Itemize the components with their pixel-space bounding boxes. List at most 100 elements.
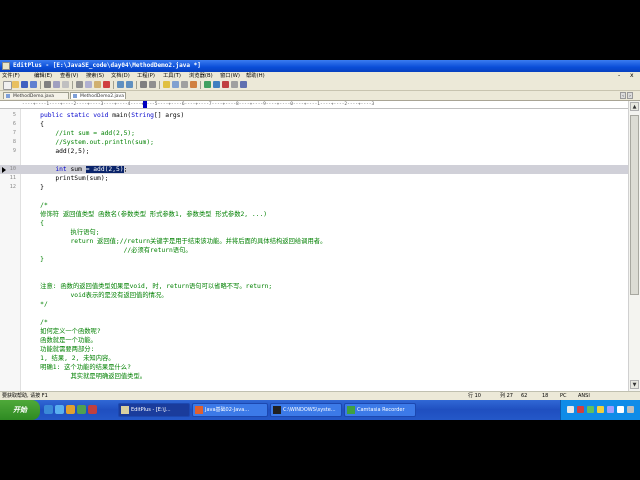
show-desktop-icon[interactable] [44, 405, 53, 414]
task-java-basics[interactable]: Java基础02-Java... [192, 403, 268, 417]
code-line[interactable]: /* [0, 201, 628, 210]
code-line[interactable]: 函数就是一个功能。 [0, 336, 628, 345]
cliptext-icon[interactable] [213, 81, 220, 88]
open-folder-icon[interactable] [12, 81, 19, 88]
menu-file[interactable]: 文件(F) [2, 72, 20, 80]
windows-taskbar: 开始 EditPlus - [E:\J... Java基础02-Java... … [0, 400, 640, 420]
code-line[interactable]: 9 add(2,5); [0, 147, 628, 156]
menu-edit[interactable]: 编辑(E) [34, 72, 52, 80]
code-line[interactable]: 其实就是明确返回值类型。 [0, 372, 628, 381]
code-line[interactable]: 注意: 函数的返回值类型如果是void, 时, return语句可以省略不写。r… [0, 282, 628, 291]
find-icon[interactable] [140, 81, 147, 88]
tray-icon[interactable] [587, 406, 594, 413]
scroll-up-icon[interactable]: ▲ [630, 102, 639, 111]
code-line[interactable]: 执行语句; [0, 228, 628, 237]
paste-icon[interactable] [94, 81, 101, 88]
task-cmd[interactable]: C:\WINDOWS\syste... [270, 403, 342, 417]
code-line[interactable]: 11 printSum(sum); [0, 174, 628, 183]
toolbar [0, 80, 640, 91]
tab-scroll-left-icon[interactable]: ‹ [620, 92, 626, 99]
code-editor[interactable]: 5 public static void main(String[] args)… [0, 109, 628, 391]
title-bar[interactable]: EditPlus - [E:\JavaSE_code\day04\MethodD… [0, 60, 640, 72]
tab-methoddemo[interactable]: MethodDemo.java [3, 92, 69, 99]
word-wrap-icon[interactable] [163, 81, 170, 88]
tray-icon[interactable] [597, 406, 604, 413]
save-icon[interactable] [21, 81, 28, 88]
code-line[interactable]: return 返回值;//return关键字是用于结束该功能。并将后面的具体结构… [0, 237, 628, 246]
tray-icon[interactable] [577, 406, 584, 413]
copy-icon[interactable] [85, 81, 92, 88]
network-icon[interactable] [627, 406, 634, 413]
settings-icon[interactable] [231, 81, 238, 88]
quick-launch-icon[interactable] [88, 405, 97, 414]
tray-icon[interactable] [567, 406, 574, 413]
menu-browser[interactable]: 浏览器(B) [189, 72, 213, 80]
internet-explorer-icon[interactable] [55, 405, 64, 414]
menu-help[interactable]: 帮助(H) [246, 72, 265, 80]
start-button[interactable]: 开始 [0, 400, 40, 420]
ruler-cursor-marker [143, 101, 147, 108]
menu-view[interactable]: 查看(V) [60, 72, 78, 80]
code-line[interactable]: 7 //int sum = add(2,5); [0, 129, 628, 138]
help-icon[interactable] [240, 81, 247, 88]
menu-window[interactable]: 窗口(W) [220, 72, 240, 80]
new-file-icon[interactable] [3, 81, 12, 90]
code-line[interactable]: 10 int sum = add(2,5); [0, 165, 628, 174]
task-editplus[interactable]: EditPlus - [E:\J... [118, 403, 190, 417]
spell-check-icon[interactable] [62, 81, 69, 88]
volume-icon[interactable] [617, 406, 624, 413]
menu-search[interactable]: 搜索(S) [86, 72, 104, 80]
tab-methoddemo2[interactable]: MethodDemo2.java [70, 92, 126, 99]
minimize-document-button[interactable]: - [618, 72, 620, 80]
redo-icon[interactable] [126, 81, 133, 88]
code-line[interactable]: 8 //System.out.println(sum); [0, 138, 628, 147]
menu-tools[interactable]: 工具(T) [163, 72, 181, 80]
undo-icon[interactable] [117, 81, 124, 88]
print-preview-icon[interactable] [53, 81, 60, 88]
code-line[interactable]: 5 public static void main(String[] args) [0, 111, 628, 120]
task-camtasia[interactable]: Camtasia Recorder [344, 403, 416, 417]
media-player-icon[interactable] [66, 405, 75, 414]
print-icon[interactable] [44, 81, 51, 88]
line-number-icon[interactable] [181, 81, 188, 88]
code-line[interactable]: void表示的是没有返回值的情况。 [0, 291, 628, 300]
menu-document[interactable]: 文档(D) [111, 72, 130, 80]
directory-icon[interactable] [222, 81, 229, 88]
code-line[interactable]: //必须有return语句。 [0, 246, 628, 255]
code-line[interactable]: 6 { [0, 120, 628, 129]
code-line[interactable]: */ [0, 300, 628, 309]
tray-icon[interactable] [607, 406, 614, 413]
delete-icon[interactable] [103, 81, 110, 88]
code-line[interactable] [0, 156, 628, 165]
scroll-down-icon[interactable]: ▼ [630, 380, 639, 389]
quick-launch-icon[interactable] [77, 405, 86, 414]
cut-icon[interactable] [76, 81, 83, 88]
code-line[interactable] [0, 264, 628, 273]
close-document-button[interactable]: x [630, 72, 634, 80]
menu-project[interactable]: 工程(P) [137, 72, 155, 80]
tab-scroll-right-icon[interactable]: › [627, 92, 633, 99]
code-line[interactable]: 12 } [0, 183, 628, 192]
code-line[interactable]: 1, 结果, 2, 未知内容。 [0, 354, 628, 363]
code-line[interactable] [0, 381, 628, 390]
code-line[interactable]: /* [0, 318, 628, 327]
code-line[interactable] [0, 273, 628, 282]
replace-icon[interactable] [149, 81, 156, 88]
code-line[interactable]: 如何定义一个函数呢? [0, 327, 628, 336]
scrollbar-thumb[interactable] [630, 115, 639, 295]
code-line[interactable]: { [0, 219, 628, 228]
ruler-icon[interactable] [172, 81, 179, 88]
toolbar-separator [72, 81, 73, 89]
tool-icon[interactable] [204, 81, 211, 88]
code-line[interactable]: 功能就需要两部分: [0, 345, 628, 354]
code-line[interactable] [0, 192, 628, 201]
code-line[interactable]: 明确1: 这个功能的结果是什么? [0, 363, 628, 372]
code-line[interactable]: } [0, 255, 628, 264]
code-line[interactable] [0, 309, 628, 318]
code-text: 注意: 函数的返回值类型如果是void, 时, return语句可以省略不写。r… [25, 282, 272, 291]
browser-icon[interactable] [190, 81, 197, 88]
save-all-icon[interactable] [30, 81, 37, 88]
vertical-scrollbar[interactable]: ▲ ▼ [628, 101, 640, 391]
code-line[interactable]: 修饰符 返回值类型 函数名(参数类型 形式参数1, 参数类型 形式参数2, ..… [0, 210, 628, 219]
